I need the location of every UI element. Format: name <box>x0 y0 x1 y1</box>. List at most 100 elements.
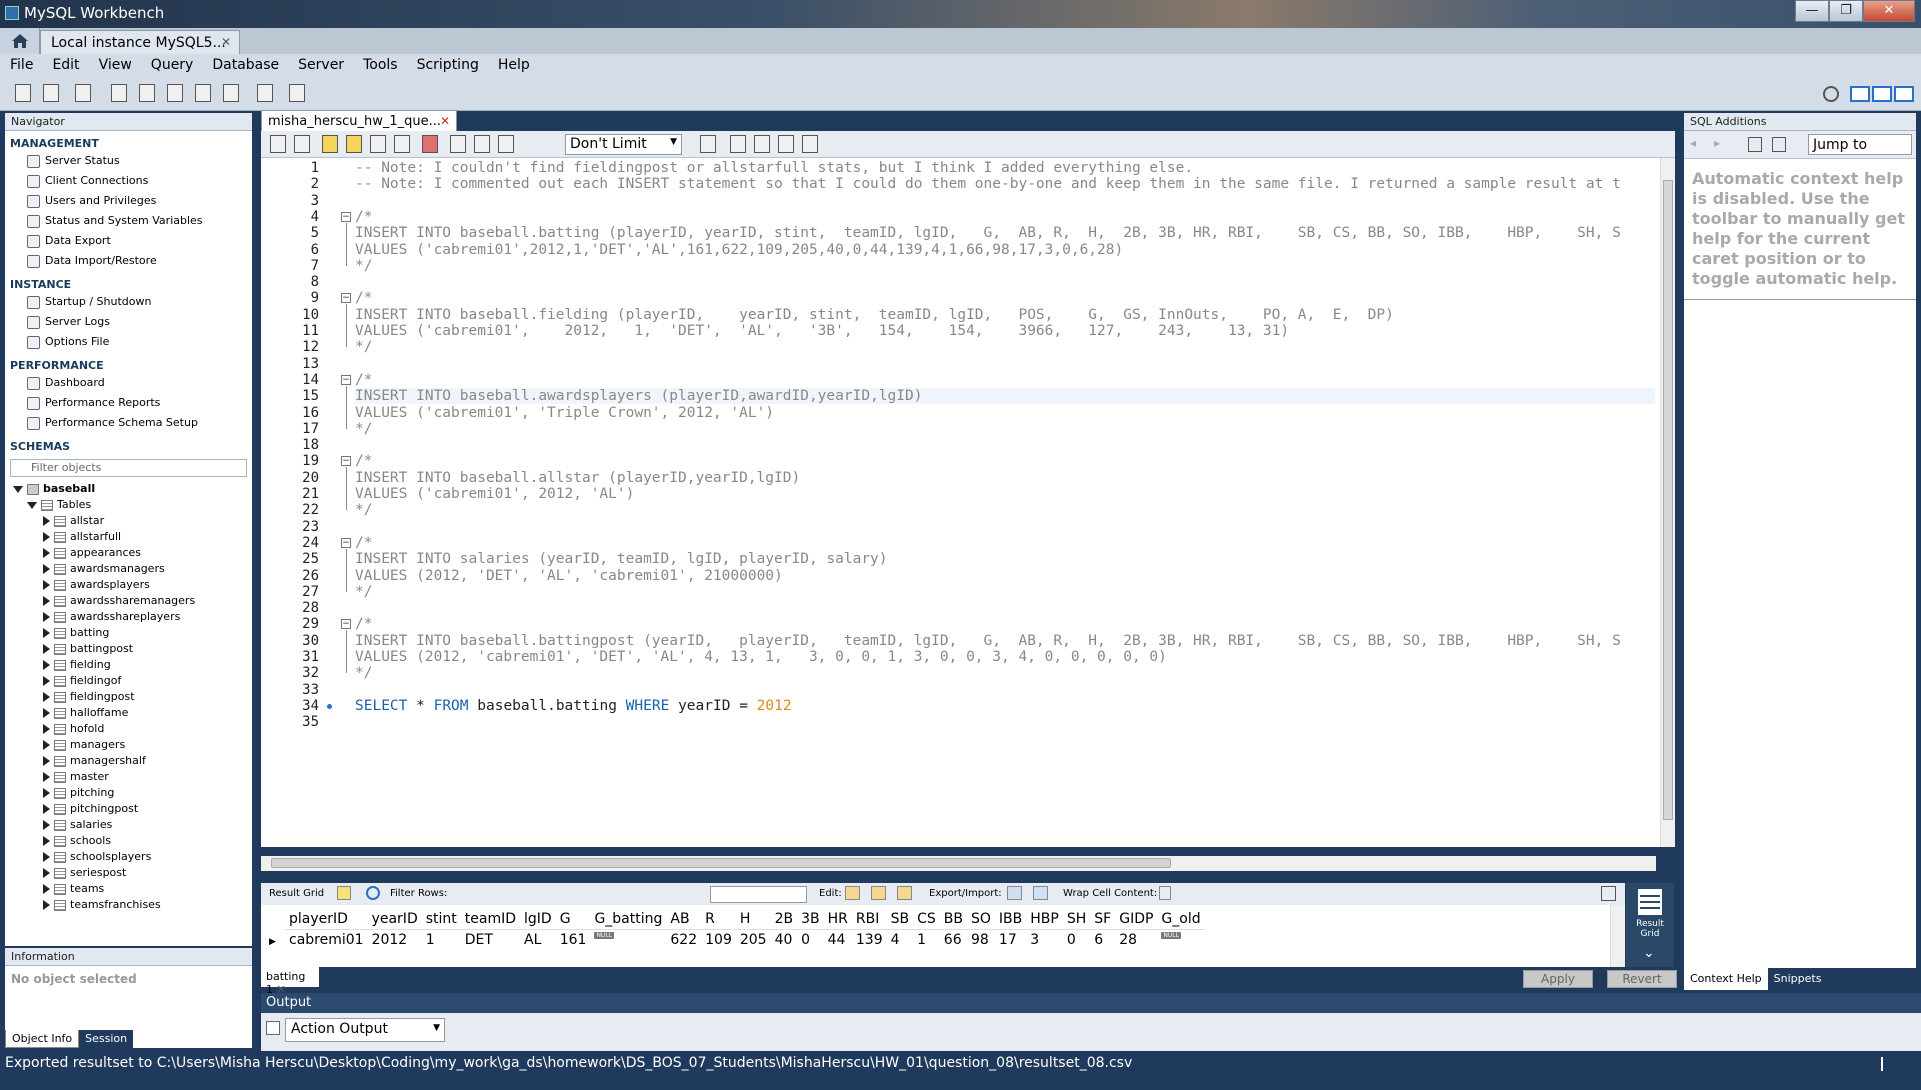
create-view-button[interactable] <box>164 83 186 105</box>
column-header-HBP[interactable]: HBP <box>1026 909 1063 930</box>
menu-view[interactable]: View <box>89 54 141 78</box>
rollback-button[interactable] <box>471 134 493 156</box>
expand-icon[interactable] <box>43 660 50 670</box>
expand-icon[interactable] <box>43 852 50 862</box>
jump-to-select[interactable]: Jump to <box>1808 134 1912 155</box>
table-cell[interactable]: NULL <box>590 929 666 951</box>
column-header-3B[interactable]: 3B <box>797 909 824 930</box>
expand-icon[interactable] <box>43 868 50 878</box>
word-wrap-button[interactable] <box>799 134 821 156</box>
expand-icon[interactable] <box>43 740 50 750</box>
autocommit-button[interactable] <box>495 134 517 156</box>
table-item-fieldingpost[interactable]: fieldingpost <box>13 689 252 705</box>
collapse-icon[interactable] <box>27 501 37 509</box>
column-header-SB[interactable]: SB <box>886 909 914 930</box>
result-tab-batting[interactable]: batting 1 ✕ <box>261 967 319 996</box>
settings-button[interactable] <box>1820 83 1842 105</box>
nav-performance-schema[interactable]: Performance Schema Setup <box>5 414 252 434</box>
column-header-G[interactable]: G <box>555 909 591 930</box>
maximize-button[interactable]: ❐ <box>1829 0 1863 22</box>
save-button[interactable] <box>291 134 313 156</box>
close-editor-tab-icon[interactable]: ✕ <box>440 114 450 128</box>
revert-button[interactable]: Revert <box>1607 970 1677 988</box>
fold-toggle-icon[interactable]: − <box>341 456 351 467</box>
grid-view-icon[interactable] <box>337 886 351 900</box>
expand-icon[interactable] <box>43 724 50 734</box>
expand-icon[interactable] <box>43 804 50 814</box>
filter-rows-input[interactable] <box>710 886 807 903</box>
column-header-G_old[interactable]: G_old <box>1157 909 1205 930</box>
delete-row-icon[interactable] <box>897 886 912 900</box>
grid-vertical-scrollbar[interactable] <box>1610 905 1625 967</box>
expand-icon[interactable] <box>43 772 50 782</box>
table-item-seriespost[interactable]: seriespost <box>13 865 252 881</box>
menu-query[interactable]: Query <box>141 54 203 78</box>
apply-button[interactable]: Apply <box>1523 970 1593 988</box>
table-row[interactable]: cabremi01 2012 1 DET AL 161 NULL 622 109 205 40 0 44… <box>285 929 1205 951</box>
table-item-allstarfull[interactable]: allstarfull <box>13 529 252 545</box>
export-icon[interactable] <box>1007 886 1022 900</box>
add-row-icon[interactable] <box>871 886 886 900</box>
menu-help[interactable]: Help <box>488 54 539 78</box>
table-cell[interactable]: NULL <box>1157 929 1204 951</box>
table-item-schools[interactable]: schools <box>13 833 252 849</box>
expand-icon[interactable] <box>43 820 50 830</box>
expand-icon[interactable] <box>43 644 50 654</box>
wrap-cell-icon[interactable] <box>1159 886 1171 900</box>
table-cell[interactable]: DET <box>461 929 520 951</box>
table-cell[interactable]: cabremi01 <box>285 929 368 951</box>
connection-tab[interactable]: Local instance MySQL5... ✕ <box>40 30 240 54</box>
expand-icon[interactable] <box>43 836 50 846</box>
tab-snippets[interactable]: Snippets <box>1768 968 1828 990</box>
fold-toggle-icon[interactable]: − <box>341 211 351 222</box>
chevron-down-icon[interactable]: ⌄ <box>1643 945 1655 961</box>
table-cell[interactable]: 40 <box>771 929 798 951</box>
editor-vertical-scrollbar[interactable] <box>1660 158 1675 847</box>
beautify-button[interactable] <box>727 134 749 156</box>
nav-client-connections[interactable]: Client Connections <box>5 172 252 192</box>
back-icon[interactable]: ◂ <box>1690 136 1696 150</box>
menu-edit[interactable]: Edit <box>42 54 88 78</box>
edit-row-icon[interactable] <box>845 886 860 900</box>
table-cell[interactable]: 28 <box>1115 929 1157 951</box>
toggle-error-button[interactable] <box>419 134 441 156</box>
table-cell[interactable]: 98 <box>967 929 995 951</box>
table-item-master[interactable]: master <box>13 769 252 785</box>
table-cell[interactable]: 205 <box>736 929 771 951</box>
create-function-button[interactable] <box>220 83 242 105</box>
editor-horizontal-scrollbar[interactable] <box>261 856 1656 871</box>
expand-icon[interactable] <box>43 756 50 766</box>
fold-toggle-icon[interactable]: − <box>341 374 351 385</box>
column-header-RBI[interactable]: RBI <box>851 909 887 930</box>
nav-users-privileges[interactable]: Users and Privileges <box>5 192 252 212</box>
table-item-managers[interactable]: managers <box>13 737 252 753</box>
menu-scripting[interactable]: Scripting <box>407 54 488 78</box>
column-header-GIDP[interactable]: GIDP <box>1115 909 1158 930</box>
create-table-button[interactable] <box>136 83 158 105</box>
table-item-pitchingpost[interactable]: pitchingpost <box>13 801 252 817</box>
table-item-pitching[interactable]: pitching <box>13 785 252 801</box>
column-header-stint[interactable]: stint <box>421 909 461 930</box>
table-cell[interactable]: 3 <box>1026 929 1063 951</box>
expand-icon[interactable] <box>43 612 50 622</box>
expand-icon[interactable] <box>43 580 50 590</box>
expand-icon[interactable] <box>43 692 50 702</box>
manual-help-icon[interactable] <box>1748 137 1762 152</box>
table-cell[interactable]: 0 <box>797 929 824 951</box>
table-cell[interactable]: 139 <box>852 929 887 951</box>
column-header-2B[interactable]: 2B <box>770 909 798 930</box>
table-cell[interactable]: 109 <box>701 929 736 951</box>
column-header-H[interactable]: H <box>735 909 771 930</box>
table-item-teamsfranchises[interactable]: teamsfranchises <box>13 897 252 913</box>
expand-icon[interactable] <box>43 900 50 910</box>
menu-database[interactable]: Database <box>202 54 288 78</box>
table-item-batting[interactable]: batting <box>13 625 252 641</box>
inspector-button[interactable] <box>72 83 94 105</box>
result-grid-side-button[interactable]: Result Grid ⌄ <box>1626 883 1674 967</box>
menu-tools[interactable]: Tools <box>353 54 407 78</box>
table-cell[interactable]: 1 <box>422 929 461 951</box>
table-item-awardsplayers[interactable]: awardsplayers <box>13 577 252 593</box>
layout-toggle-buttons[interactable] <box>1850 83 1916 105</box>
table-item-fielding[interactable]: fielding <box>13 657 252 673</box>
table-item-awardssharemanagers[interactable]: awardssharemanagers <box>13 593 252 609</box>
